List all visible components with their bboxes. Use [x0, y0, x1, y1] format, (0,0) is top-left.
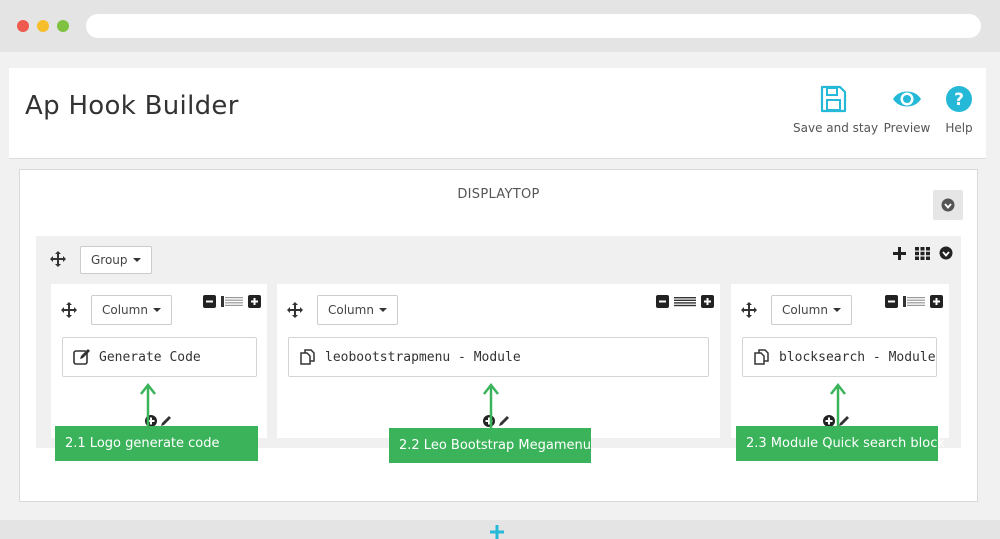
- preview-label: Preview: [883, 121, 931, 135]
- module-label: Generate Code: [99, 349, 201, 365]
- save-and-stay-label: Save and stay: [793, 121, 879, 135]
- minus-square-icon[interactable]: [203, 295, 216, 308]
- column-width-icon[interactable]: [221, 296, 243, 307]
- circle-arrow-down-icon: [939, 246, 953, 260]
- help-label: Help: [945, 121, 973, 135]
- module-add-edit: [483, 415, 510, 427]
- add-group-plus-icon[interactable]: [490, 525, 504, 539]
- circle-arrow-down-icon: [941, 198, 955, 212]
- column-dropdown-label: Column: [328, 303, 374, 317]
- module-leobootstrapmenu[interactable]: leobootstrapmenu - Module: [288, 337, 709, 377]
- minus-square-icon[interactable]: [656, 295, 669, 308]
- callout-label: 2.1 Logo generate code: [55, 426, 258, 461]
- module-generate-code[interactable]: Generate Code: [62, 337, 257, 377]
- page-header: Ap Hook Builder Save and stay Preview ? …: [9, 68, 986, 159]
- column-toolbar: [885, 295, 943, 308]
- column-dropdown[interactable]: Column: [91, 295, 172, 325]
- svg-text:?: ?: [954, 90, 964, 110]
- plus-square-icon[interactable]: [930, 295, 943, 308]
- minus-square-icon[interactable]: [885, 295, 898, 308]
- copy-icon: [300, 349, 315, 365]
- help-button[interactable]: ? Help: [941, 84, 977, 135]
- window-maximize-dot[interactable]: [57, 20, 69, 32]
- column-3: Column blocksearch - Module: [731, 284, 949, 438]
- move-icon[interactable]: [287, 302, 303, 318]
- group-dropdown[interactable]: Group: [80, 246, 152, 274]
- address-bar[interactable]: [86, 14, 981, 38]
- plus-square-icon[interactable]: [248, 295, 261, 308]
- group-dropdown-label: Group: [91, 253, 128, 267]
- column-1: Column Generate Code: [51, 284, 267, 438]
- callout-label: 2.2 Leo Bootstrap Megamenu: [389, 428, 591, 463]
- add-module-icon[interactable]: [483, 415, 495, 427]
- plus-square-icon[interactable]: [701, 295, 714, 308]
- module-label: leobootstrapmenu - Module: [325, 349, 521, 365]
- question-circle-icon: ?: [946, 86, 972, 112]
- edit-icon: [73, 349, 90, 365]
- column-dropdown[interactable]: Column: [317, 295, 398, 325]
- save-and-stay-button[interactable]: Save and stay: [793, 84, 879, 135]
- preview-button[interactable]: Preview: [881, 84, 933, 135]
- grid-icon: [915, 246, 930, 260]
- floppy-disk-icon: [820, 85, 847, 113]
- pencil-icon[interactable]: [498, 415, 510, 427]
- window-minimize-dot[interactable]: [37, 20, 49, 32]
- caret-down-icon: [152, 308, 161, 312]
- add-column-button[interactable]: [893, 246, 906, 260]
- callout-label: 2.3 Module Quick search block: [736, 426, 945, 461]
- move-icon[interactable]: [50, 251, 66, 267]
- window-close-dot[interactable]: [17, 20, 29, 32]
- column-width-icon[interactable]: [903, 296, 925, 307]
- page-title: Ap Hook Builder: [25, 91, 239, 121]
- column-toolbar: [203, 295, 261, 308]
- plus-icon: [893, 246, 906, 260]
- group-toolbar: [893, 246, 953, 260]
- column-toolbar: [656, 295, 714, 308]
- column-dropdown[interactable]: Column: [771, 295, 852, 325]
- move-icon[interactable]: [61, 302, 77, 318]
- eye-icon: [893, 91, 921, 107]
- hook-collapse-button[interactable]: [933, 190, 963, 220]
- column-dropdown-label: Column: [782, 303, 828, 317]
- caret-down-icon: [132, 258, 141, 262]
- grid-layout-button[interactable]: [915, 246, 930, 260]
- move-icon[interactable]: [741, 302, 757, 318]
- caret-down-icon: [832, 308, 841, 312]
- caret-down-icon: [378, 308, 387, 312]
- module-blocksearch[interactable]: blocksearch - Module: [742, 337, 937, 377]
- column-width-icon[interactable]: [674, 296, 696, 307]
- browser-chrome: [0, 0, 1000, 52]
- group-row: Group Column Generate Code Column leoboo…: [36, 236, 961, 448]
- column-dropdown-label: Column: [102, 303, 148, 317]
- column-2: Column leobootstrapmenu - Module: [277, 284, 720, 438]
- group-collapse-button[interactable]: [939, 246, 953, 260]
- copy-icon: [754, 349, 769, 365]
- module-label: blocksearch - Module: [779, 349, 936, 365]
- hook-title: DISPLAYTOP: [457, 187, 540, 202]
